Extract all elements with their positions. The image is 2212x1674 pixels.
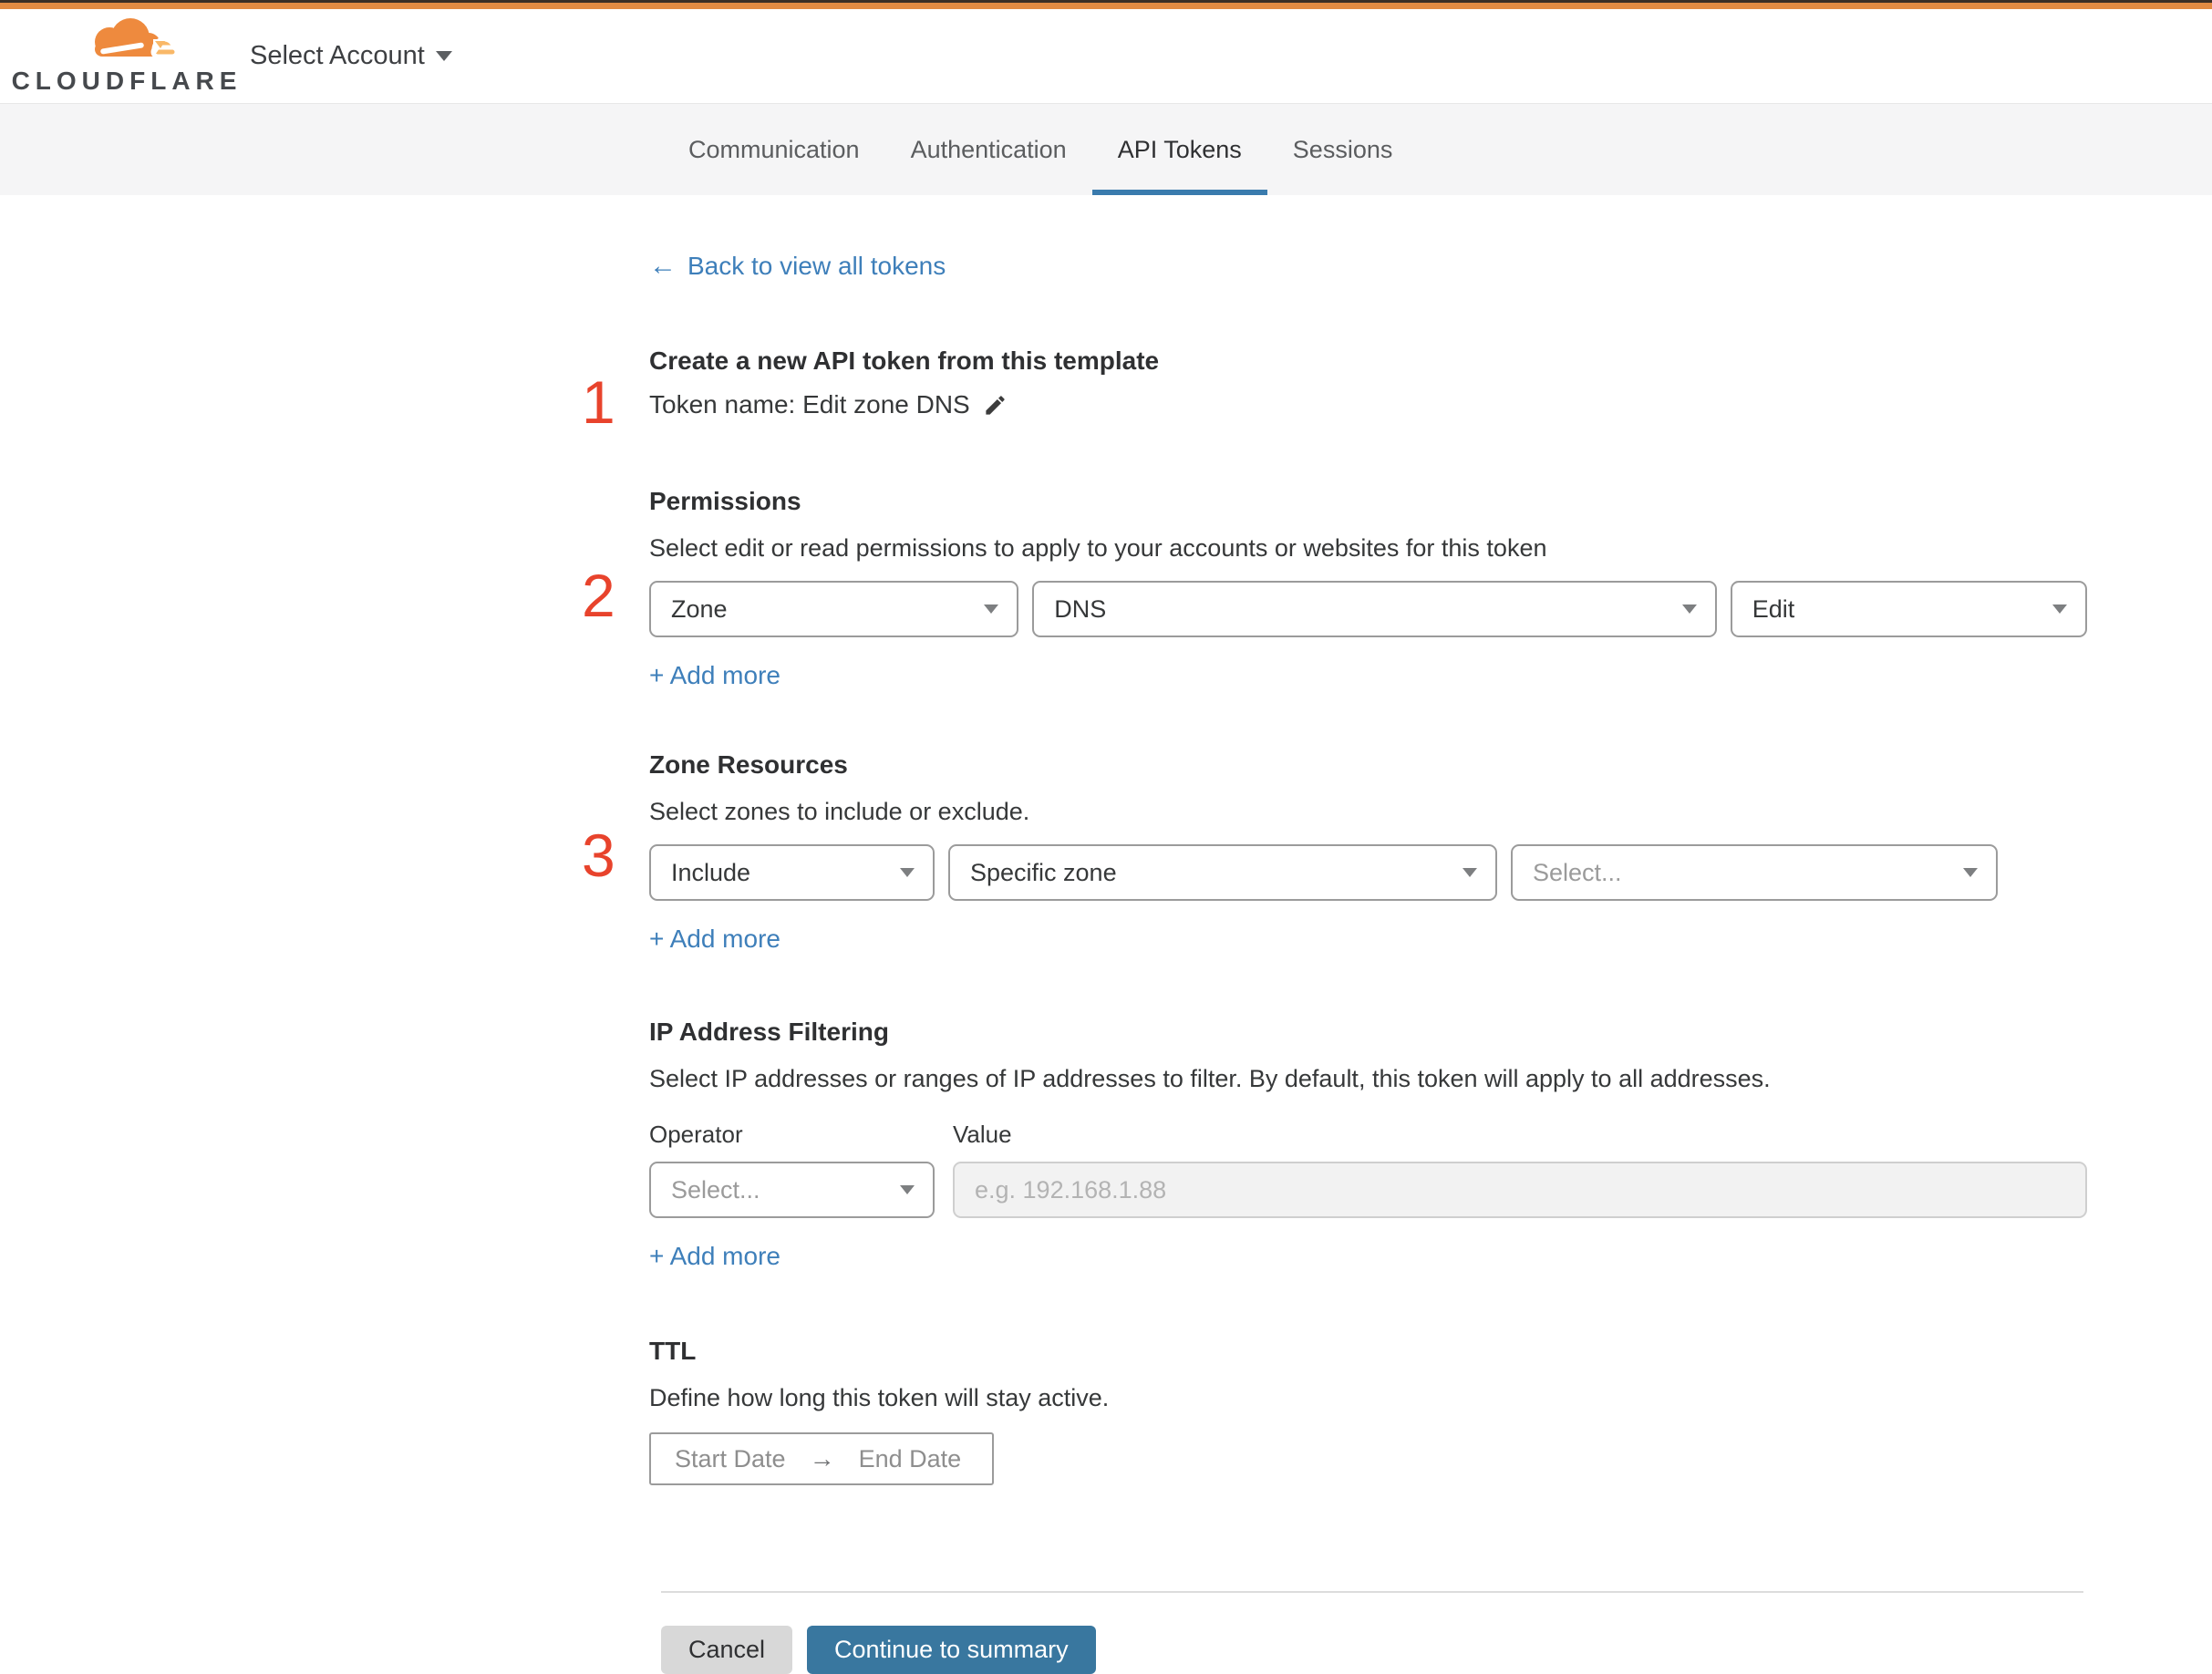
cloudflare-logo[interactable]: CLOUDFLARE [12, 17, 236, 96]
continue-to-summary-button[interactable]: Continue to summary [807, 1626, 1096, 1674]
cancel-button[interactable]: Cancel [661, 1626, 793, 1674]
permission-group-value: DNS [1054, 594, 1107, 623]
ttl-section: TTL Define how long this token will stay… [649, 1337, 2087, 1485]
chevron-down-icon [2052, 604, 2067, 614]
ttl-title: TTL [649, 1337, 697, 1365]
ip-filtering-section: IP Address Filtering Select IP addresses… [649, 1018, 2087, 1271]
ttl-date-range-picker[interactable]: Start Date → End Date [649, 1432, 995, 1485]
start-date-placeholder: Start Date [675, 1444, 786, 1472]
chevron-down-icon [1963, 868, 1978, 877]
chevron-down-icon [1681, 604, 1697, 614]
step-number-3: 3 [582, 822, 615, 889]
chevron-down-icon [435, 51, 452, 61]
ip-operator-value: Select... [671, 1175, 760, 1204]
create-token-section: 1 Create a new API token from this templ… [582, 346, 2087, 432]
header: CLOUDFLARE Select Account [0, 9, 2212, 103]
ip-operator-select[interactable]: Select... [649, 1162, 935, 1218]
tab-communication[interactable]: Communication [663, 104, 885, 195]
zone-include-value: Include [671, 858, 751, 886]
chevron-down-icon [984, 604, 999, 614]
zone-type-value: Specific zone [970, 858, 1117, 886]
tab-authentication[interactable]: Authentication [885, 104, 1092, 195]
zone-include-select[interactable]: Include [649, 844, 935, 901]
edit-token-name-icon[interactable] [983, 393, 1008, 418]
chevron-down-icon [900, 1185, 915, 1194]
zone-resources-add-more-link[interactable]: + Add more [649, 925, 780, 954]
zone-resources-section: 3 Zone Resources Select zones to include… [582, 750, 2087, 954]
zone-pick-value: Select... [1533, 858, 1622, 886]
main-content: ← Back to view all tokens 1 Create a new… [582, 195, 2087, 1674]
zone-resources-description: Select zones to include or exclude. [649, 798, 1030, 825]
zone-type-select[interactable]: Specific zone [948, 844, 1497, 901]
step-number-2: 2 [582, 562, 615, 629]
zone-pick-select[interactable]: Select... [1511, 844, 1998, 901]
zone-resources-title: Zone Resources [649, 750, 848, 779]
step-number-1: 1 [582, 368, 615, 436]
ttl-description: Define how long this token will stay act… [649, 1384, 1110, 1411]
ip-filtering-add-more-link[interactable]: + Add more [649, 1242, 780, 1271]
permissions-title: Permissions [649, 487, 801, 515]
ip-value-input[interactable] [953, 1162, 2087, 1218]
chevron-down-icon [900, 868, 915, 877]
top-orange-bar [0, 3, 2212, 9]
value-label: Value [953, 1121, 1012, 1148]
operator-label: Operator [649, 1121, 743, 1148]
chevron-down-icon [1463, 868, 1477, 877]
account-selector-label: Select Account [250, 41, 425, 70]
footer-divider [661, 1591, 2083, 1593]
cloudflare-cloud-icon [58, 17, 195, 68]
right-arrow-icon: → [809, 1444, 835, 1472]
permission-level-select[interactable]: Edit [1730, 581, 2087, 637]
back-link-label: Back to view all tokens [687, 252, 946, 280]
permissions-add-more-link[interactable]: + Add more [649, 661, 780, 690]
ip-filtering-title: IP Address Filtering [649, 1018, 889, 1046]
permission-group-select[interactable]: DNS [1032, 581, 1717, 637]
ip-filtering-description: Select IP addresses or ranges of IP addr… [649, 1065, 1771, 1092]
tab-sessions[interactable]: Sessions [1267, 104, 1419, 195]
account-selector[interactable]: Select Account [250, 41, 452, 71]
back-to-tokens-link[interactable]: ← Back to view all tokens [649, 252, 946, 281]
back-arrow-icon: ← [649, 251, 677, 281]
permission-level-value: Edit [1752, 594, 1795, 623]
end-date-placeholder: End Date [858, 1444, 962, 1472]
permissions-section: 2 Permissions Select edit or read permis… [582, 487, 2087, 690]
tab-bar: Communication Authentication API Tokens … [0, 103, 2212, 195]
token-name-text: Token name: Edit zone DNS [649, 390, 970, 418]
permission-scope-select[interactable]: Zone [649, 581, 1019, 637]
create-token-title: Create a new API token from this templat… [649, 346, 1160, 375]
cloudflare-wordmark: CLOUDFLARE [11, 66, 243, 95]
tab-api-tokens[interactable]: API Tokens [1091, 104, 1267, 195]
permissions-description: Select edit or read permissions to apply… [649, 534, 1547, 562]
permission-scope-value: Zone [671, 594, 728, 623]
footer-actions: Cancel Continue to summary [661, 1626, 2087, 1674]
